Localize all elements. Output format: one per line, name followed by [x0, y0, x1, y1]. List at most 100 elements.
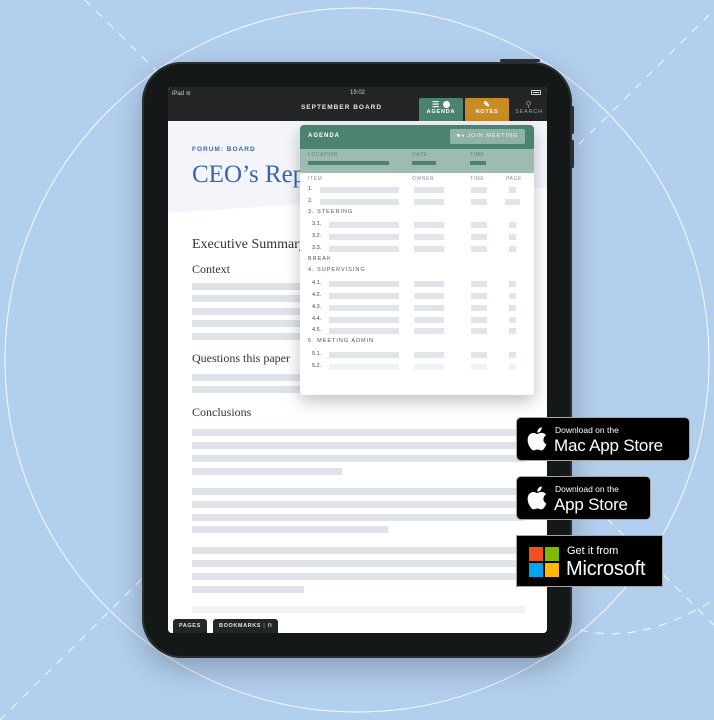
item-number: 4.5. — [312, 327, 322, 334]
device-volume-down — [571, 140, 574, 168]
item-number: 3.2. — [312, 233, 322, 240]
item-number: 4.3. — [312, 303, 322, 310]
section-label: 4. SUPERVISING — [308, 267, 366, 274]
agenda-item[interactable]: 1. — [300, 185, 534, 195]
item-time — [471, 245, 487, 252]
item-title — [329, 234, 399, 241]
item-title — [329, 316, 399, 323]
item-time — [471, 281, 487, 288]
item-owner — [414, 316, 444, 323]
heading-executive-summary: Executive Summary — [192, 237, 306, 252]
item-number: 4.2. — [312, 291, 322, 298]
date-label: DATE — [412, 152, 428, 158]
item-number: 4.4. — [312, 315, 322, 322]
agenda-title: AGENDA — [308, 133, 341, 139]
bookmarks-tab[interactable]: BOOKMARKS | ⊓ — [213, 619, 279, 633]
item-time — [471, 351, 487, 358]
microsoft-store-badge[interactable]: Get it from Microsoft — [516, 535, 663, 587]
text-placeholder — [192, 442, 525, 449]
time-label: TIME — [470, 152, 485, 158]
agenda-item[interactable]: 4.5. — [300, 326, 534, 336]
text-placeholder — [192, 455, 525, 462]
agenda-item[interactable]: 3.2. — [300, 232, 534, 242]
item-owner — [414, 328, 444, 335]
column-page: PAGE — [506, 176, 522, 182]
agenda-item[interactable]: 3.3. — [300, 244, 534, 254]
agenda-meta: LOCATION DATE TIME — [300, 149, 534, 173]
item-time — [471, 304, 487, 311]
item-number: 5.1. — [312, 350, 322, 357]
item-owner — [414, 363, 444, 370]
location-label: LOCATION — [308, 152, 338, 158]
column-item: ITEM — [308, 176, 323, 182]
text-placeholder — [192, 514, 525, 521]
agenda-section: 3. STEERING — [300, 209, 534, 219]
agenda-item[interactable]: 3.1. — [300, 220, 534, 230]
agenda-item[interactable]: 2. — [300, 197, 534, 207]
item-owner — [414, 245, 444, 252]
pages-tab[interactable]: PAGES — [173, 619, 207, 633]
tab-agenda[interactable]: ☰ AGENDA — [419, 98, 463, 121]
list-icon: ☰ — [419, 100, 463, 109]
agenda-section: 4. SUPERVISING — [300, 267, 534, 277]
apple-logo-icon — [527, 427, 547, 456]
section-label: BREAK — [308, 255, 332, 262]
tab-search[interactable]: ⚲ SEARCH — [511, 98, 547, 121]
section-label: 3. STEERING — [308, 208, 354, 215]
agenda-section: BREAK — [300, 256, 534, 266]
text-placeholder — [192, 560, 525, 567]
agenda-item[interactable]: 4.2. — [300, 291, 534, 301]
agenda-item[interactable]: 5.2. — [300, 362, 534, 372]
item-number: 2. — [308, 197, 313, 204]
item-page — [505, 198, 520, 205]
item-number: 1. — [308, 186, 313, 192]
device-side-button — [500, 59, 540, 62]
item-title — [329, 281, 399, 288]
agenda-popover: AGENDA ■◂ JOIN MEETING LOCATION DATE TIM… — [300, 125, 534, 395]
item-time — [471, 198, 487, 205]
column-owner: OWNER — [412, 176, 435, 182]
mac-app-store-badge[interactable]: Download on the Mac App Store — [516, 417, 690, 461]
status-time: 19:02 — [349, 90, 365, 96]
item-page — [509, 363, 516, 370]
heading-conclusions: Conclusions — [192, 405, 252, 419]
item-owner — [414, 198, 444, 205]
item-title — [320, 198, 399, 205]
text-placeholder — [192, 429, 525, 436]
item-title — [329, 245, 399, 252]
item-page — [509, 222, 516, 229]
edit-icon: ✎ — [483, 100, 491, 109]
item-title — [329, 292, 399, 299]
apple-logo-icon — [527, 486, 547, 515]
item-owner — [414, 234, 444, 241]
item-time — [471, 187, 487, 193]
tab-notes[interactable]: ✎ NOTES — [465, 98, 509, 121]
heading-context: Context — [192, 262, 230, 276]
text-placeholder — [192, 526, 388, 533]
video-icon: ■◂ — [456, 133, 465, 139]
text-placeholder — [192, 488, 525, 495]
item-owner — [414, 292, 444, 299]
join-meeting-button[interactable]: ■◂ JOIN MEETING — [450, 129, 525, 144]
item-time — [471, 292, 487, 299]
agenda-header: AGENDA ■◂ JOIN MEETING — [300, 125, 534, 149]
item-page — [509, 187, 516, 193]
text-placeholder — [192, 547, 525, 554]
app-store-badge[interactable]: Download on the App Store — [516, 476, 651, 520]
item-title — [320, 187, 399, 193]
item-page — [509, 245, 516, 252]
agenda-item[interactable]: 4.1. — [300, 279, 534, 289]
column-time: TIME — [470, 176, 485, 182]
item-title — [329, 363, 399, 370]
text-placeholder — [192, 606, 525, 613]
agenda-item[interactable]: 5.1. — [300, 350, 534, 360]
item-page — [509, 328, 516, 335]
text-placeholder — [192, 586, 304, 593]
agenda-section: 5. MEETING ADMIN — [300, 338, 534, 348]
battery-icon — [531, 90, 541, 95]
nav-bar: SEPTEMBER BOARD ☰ AGENDA ✎ NOTES ⚲ SEARC… — [168, 98, 547, 121]
agenda-item[interactable]: 4.4. — [300, 315, 534, 325]
agenda-item[interactable]: 4.3. — [300, 303, 534, 313]
text-placeholder — [192, 333, 302, 340]
text-placeholder — [192, 468, 342, 475]
